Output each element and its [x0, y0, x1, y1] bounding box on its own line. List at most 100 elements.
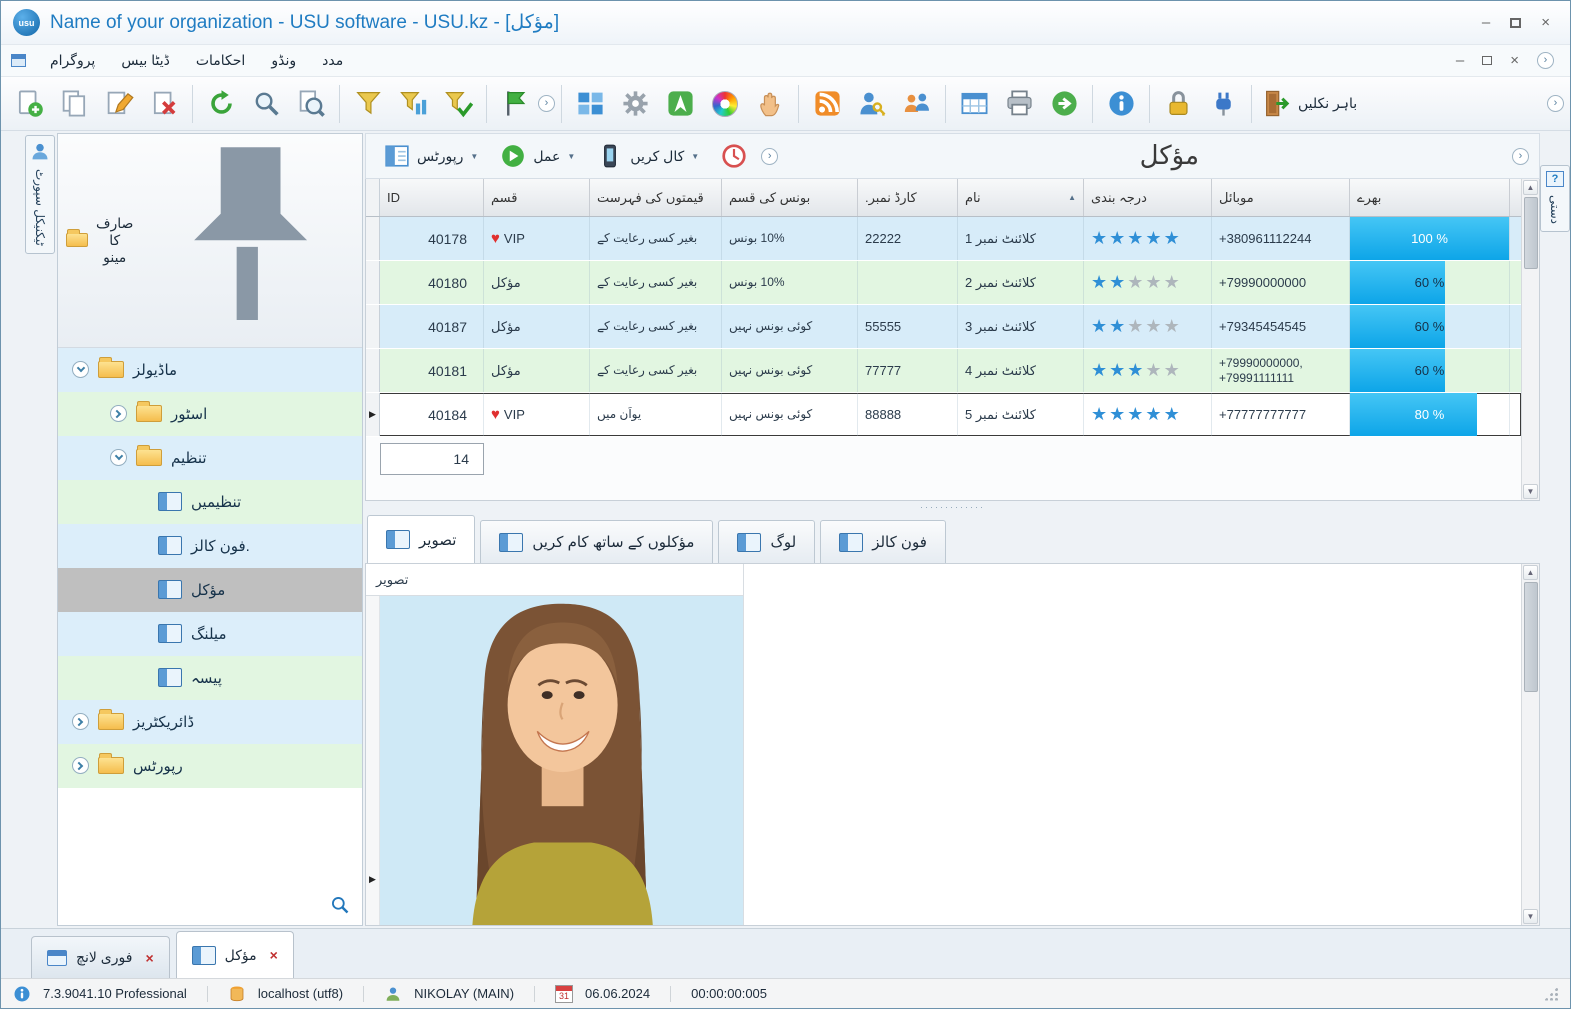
tree-item-phone-calls[interactable]: فون کالز.	[58, 523, 362, 568]
flag-more-button[interactable]: ›	[538, 95, 555, 112]
column-card[interactable]: کارڈ نمبر.	[858, 179, 958, 216]
refresh-button[interactable]	[199, 81, 243, 127]
picture-column-header[interactable]: تصویر	[366, 564, 743, 596]
cell-rating[interactable]: ★★★★★	[1084, 261, 1212, 304]
subtoolbar-customize-button[interactable]: ›	[1512, 147, 1529, 165]
copy-record-button[interactable]	[52, 81, 96, 127]
cell-rating[interactable]: ★★★★★	[1084, 305, 1212, 348]
close-tab-icon[interactable]: ×	[270, 947, 278, 963]
tree-item-mailing[interactable]: میلنگ	[58, 611, 362, 656]
picture-scrollbar[interactable]: ▲ ▼	[1521, 564, 1539, 925]
expand-icon[interactable]	[110, 405, 127, 423]
subtoolbar-more-button[interactable]: ›	[761, 147, 779, 165]
column-pricelist[interactable]: قیمتوں کی فہرست	[590, 179, 722, 216]
call-button[interactable]: کال کریں ▼	[589, 139, 707, 173]
column-rating[interactable]: درجہ بندی	[1084, 179, 1212, 216]
table-export-button[interactable]	[952, 81, 996, 127]
tree-item-store[interactable]: اسٹور	[58, 391, 362, 436]
minimize-button[interactable]: –	[1482, 15, 1490, 30]
cell-rating[interactable]: ★★★★★	[1084, 349, 1212, 392]
collapse-icon[interactable]	[110, 449, 127, 467]
settings-button[interactable]	[613, 81, 657, 127]
column-fill[interactable]: بھرے	[1350, 179, 1510, 216]
menu-help[interactable]: مدد	[310, 47, 355, 74]
manual-tab[interactable]: ? دستی	[1540, 165, 1570, 233]
column-id[interactable]: ID	[380, 179, 484, 216]
mdi-minimize-button[interactable]: –	[1456, 53, 1464, 68]
scroll-down-icon[interactable]: ▼	[1523, 909, 1538, 924]
close-button[interactable]: ×	[1541, 15, 1550, 30]
search-button[interactable]	[244, 81, 288, 127]
pan-button[interactable]	[748, 81, 792, 127]
table-row[interactable]: 40181 ♥مؤکل بغیر کسی رعایت کے کوئی بونس …	[366, 349, 1525, 393]
tree-item-reports[interactable]: رپورٹس	[58, 743, 362, 788]
delete-record-button[interactable]	[142, 81, 186, 127]
lock-button[interactable]	[1156, 81, 1200, 127]
column-mobile[interactable]: موبائل	[1212, 179, 1350, 216]
close-tab-icon[interactable]: ×	[145, 950, 153, 966]
search-in-list-button[interactable]	[289, 81, 333, 127]
grid-view-button[interactable]	[568, 81, 612, 127]
toolbar-more-button[interactable]: ›	[1547, 95, 1564, 112]
menu-program[interactable]: پروگرام	[38, 47, 107, 74]
expand-icon[interactable]	[72, 713, 89, 731]
print-button[interactable]	[997, 81, 1041, 127]
column-bonus[interactable]: بونس کی قسم	[722, 179, 858, 216]
edit-record-button[interactable]	[97, 81, 141, 127]
date-label[interactable]: 06.06.2024	[585, 986, 650, 1001]
tree-item-organization[interactable]: تنظیم	[58, 435, 362, 480]
cell-rating[interactable]: ★★★★★	[1084, 393, 1212, 436]
tree-search-icon[interactable]	[330, 895, 350, 915]
reports-button[interactable]: رپورٹس ▼	[376, 139, 486, 173]
tab-quick-launch[interactable]: فوری لانچ ×	[31, 936, 170, 978]
scrollbar-thumb[interactable]	[1523, 582, 1538, 692]
tree-item-client[interactable]: مؤکل	[58, 567, 362, 612]
pin-icon[interactable]	[141, 134, 354, 347]
tab-phone-calls[interactable]: فون کالز	[820, 520, 946, 563]
collapse-icon[interactable]	[72, 361, 89, 379]
column-name[interactable]: نام ▲	[958, 179, 1084, 216]
scroll-up-icon[interactable]: ▲	[1523, 565, 1538, 580]
cell-rating[interactable]: ★★★★★	[1084, 217, 1212, 260]
navigator-button[interactable]	[658, 81, 702, 127]
column-type[interactable]: قسم	[484, 179, 590, 216]
scroll-down-icon[interactable]: ▼	[1523, 484, 1538, 499]
horizontal-splitter[interactable]: ·············	[365, 501, 1540, 513]
add-record-button[interactable]	[7, 81, 51, 127]
menu-window[interactable]: ونڈو	[259, 47, 308, 74]
scrollbar-thumb[interactable]	[1523, 197, 1538, 269]
information-button[interactable]	[1099, 81, 1143, 127]
maximize-button[interactable]	[1510, 17, 1522, 28]
database-label[interactable]: localhost (utf8)	[258, 986, 343, 1001]
colors-button[interactable]	[703, 81, 747, 127]
menu-database[interactable]: ڈیٹا بیس	[109, 47, 181, 74]
tree-item-money[interactable]: پیسہ	[58, 655, 362, 700]
news-feed-button[interactable]	[805, 81, 849, 127]
table-row[interactable]: 40187 ♥مؤکل بغیر کسی رعایت کے کوئی بونس …	[366, 305, 1525, 349]
plugins-button[interactable]	[1201, 81, 1245, 127]
tab-client[interactable]: مؤکل ×	[175, 931, 294, 978]
tab-work-with-clients[interactable]: مؤکلوں کے ساتھ کام کریں	[480, 520, 714, 563]
client-photo[interactable]	[380, 596, 743, 925]
action-button[interactable]: عمل ▼	[492, 139, 583, 173]
table-row-selected[interactable]: ▶ 40184 ♥ VIP یواَن میں کوئی بونس نہیں 88…	[366, 393, 1525, 437]
filter-columns-button[interactable]	[391, 81, 435, 127]
menu-commands[interactable]: احکامات	[184, 47, 258, 74]
table-row[interactable]: 40180 ♥مؤکل بغیر کسی رعایت کے 10% بونس ک…	[366, 261, 1525, 305]
go-to-button[interactable]	[1042, 81, 1086, 127]
employees-button[interactable]	[895, 81, 939, 127]
tab-picture[interactable]: تصویر	[367, 515, 476, 563]
table-row[interactable]: 40178 ♥ VIP بغیر کسی رعایت کے 10% بونس 22…	[366, 217, 1525, 261]
resize-grip[interactable]	[1544, 986, 1558, 1001]
tree-item-organizations[interactable]: تنظیمیں	[58, 479, 362, 524]
mdi-restore-button[interactable]	[1482, 56, 1493, 65]
user-access-button[interactable]	[850, 81, 894, 127]
expand-icon[interactable]	[72, 757, 89, 775]
filter-apply-button[interactable]	[436, 81, 480, 127]
filter-button[interactable]	[346, 81, 390, 127]
dial-button[interactable]	[713, 139, 755, 173]
flag-button[interactable]	[493, 81, 537, 127]
table-scrollbar[interactable]: ▲ ▼	[1521, 179, 1539, 500]
scroll-up-icon[interactable]: ▲	[1523, 180, 1538, 195]
tree-item-directories[interactable]: ڈائریکٹریز	[58, 699, 362, 744]
